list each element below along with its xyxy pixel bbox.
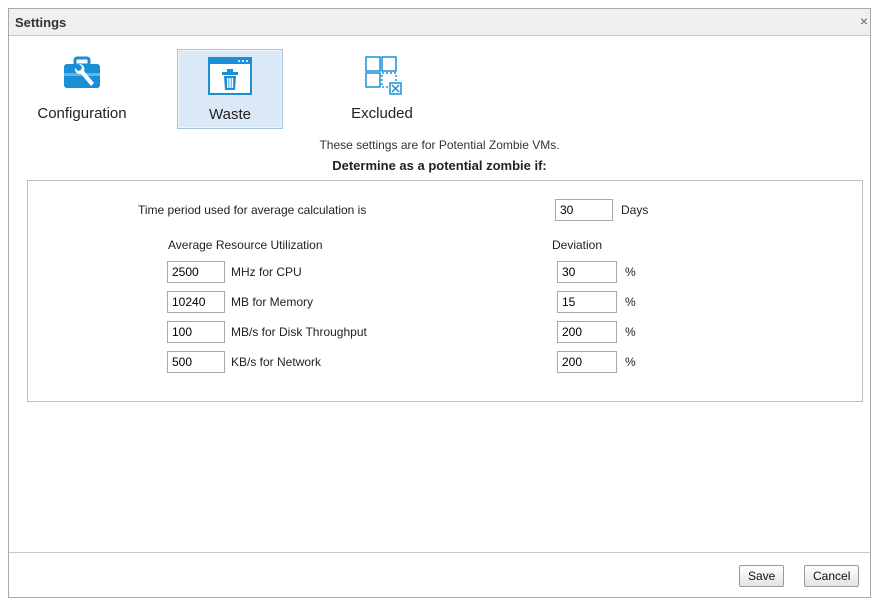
cancel-button[interactable]: Cancel	[804, 565, 860, 587]
tab-label: Waste	[209, 106, 251, 123]
percent-label: %	[625, 295, 636, 309]
trash-window-icon	[207, 56, 253, 101]
excluded-grid-icon	[360, 55, 404, 102]
memory-deviation-input[interactable]	[557, 291, 617, 313]
toolbox-icon	[62, 55, 102, 98]
time-period-label: Time period used for average calculation…	[138, 203, 367, 217]
memory-threshold-input[interactable]	[167, 291, 225, 313]
disk-deviation-input[interactable]	[557, 321, 617, 343]
close-icon[interactable]: ×	[860, 13, 868, 29]
intro-heading: Determine as a potential zombie if:	[332, 158, 547, 173]
network-threshold-input[interactable]	[167, 351, 225, 373]
cpu-threshold-input[interactable]	[167, 261, 225, 283]
tab-waste[interactable]: Waste	[177, 49, 283, 129]
time-period-input[interactable]	[555, 199, 613, 221]
footer-divider	[9, 552, 870, 553]
utilization-header: Average Resource Utilization	[168, 238, 323, 252]
memory-label: MB for Memory	[231, 295, 314, 309]
tab-excluded[interactable]: Excluded	[329, 49, 435, 129]
cpu-label: MHz for CPU	[231, 265, 302, 279]
tab-configuration[interactable]: Configuration	[29, 49, 135, 129]
tab-label: Configuration	[37, 105, 127, 122]
disk-label: MB/s for Disk Throughput	[231, 325, 367, 339]
settings-dialog: Settings × Configuration Waste Excluded …	[8, 8, 871, 598]
network-label: KB/s for Network	[231, 355, 322, 369]
cpu-deviation-input[interactable]	[557, 261, 617, 283]
time-period-unit: Days	[621, 203, 649, 217]
dialog-title: Settings	[15, 15, 67, 30]
network-deviation-input[interactable]	[557, 351, 617, 373]
percent-label: %	[625, 325, 636, 339]
deviation-header: Deviation	[552, 238, 603, 252]
percent-label: %	[625, 355, 636, 369]
tab-label: Excluded	[351, 105, 413, 122]
save-button[interactable]: Save	[739, 565, 785, 587]
percent-label: %	[625, 265, 636, 279]
criteria-panel: Time period used for average calculation…	[27, 180, 863, 402]
disk-threshold-input[interactable]	[167, 321, 225, 343]
intro-text: These settings are for Potential Zombie …	[319, 138, 560, 152]
dialog-titlebar[interactable]: Settings ×	[9, 9, 870, 36]
